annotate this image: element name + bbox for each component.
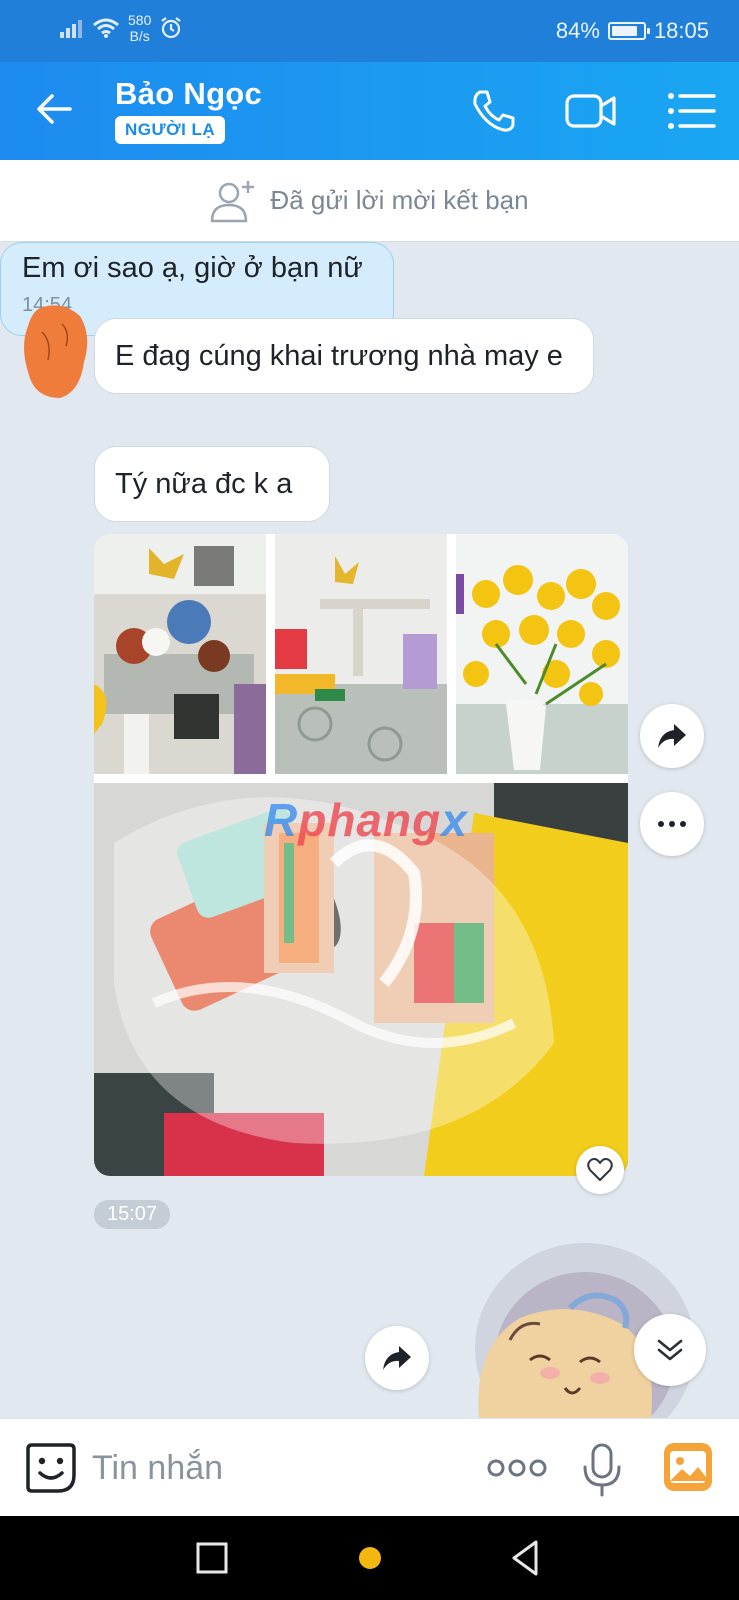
react-button[interactable]	[576, 1146, 624, 1194]
message-input-bar	[0, 1418, 739, 1516]
incoming-message[interactable]: Tý nữa đc k a	[94, 446, 330, 522]
status-bar: 580 B/s 84% 18:05	[0, 0, 739, 62]
watermark: Rphangx	[264, 793, 468, 847]
chat-area[interactable]: Em ơi sao ạ, giờ ở bạn nữ 14:54 E đag cú…	[0, 242, 739, 1418]
system-nav-bar	[0, 1516, 739, 1600]
triangle-back-icon	[512, 1540, 538, 1576]
more-dots-icon	[658, 821, 686, 827]
more-actions-button[interactable]	[486, 1451, 548, 1485]
share-button[interactable]	[640, 704, 704, 768]
more-dots-icon	[487, 1459, 547, 1477]
message-input[interactable]	[92, 1445, 452, 1491]
network-speed-unit: B/s	[129, 28, 150, 44]
arrow-left-icon	[37, 94, 72, 124]
add-friend-icon	[211, 180, 255, 222]
incoming-message-text: E đag cúng khai trương nhà may e	[115, 340, 563, 372]
gallery-button[interactable]	[662, 1441, 714, 1493]
photo-group: Rphangx	[94, 534, 628, 1176]
watermark-part1: R	[264, 794, 299, 846]
photo-sewing-machine[interactable]	[275, 534, 447, 774]
incoming-message-text: Tý nữa đc k a	[115, 468, 293, 500]
recent-apps-button[interactable]	[192, 1538, 232, 1578]
friend-request-status: Đã gửi lời mời kết bạn	[270, 185, 529, 215]
photo-altar[interactable]	[94, 534, 266, 774]
battery-level	[611, 26, 638, 36]
video-camera-icon	[565, 94, 616, 128]
heart-icon	[587, 1158, 613, 1181]
share-arrow-icon	[383, 1346, 411, 1370]
square-icon	[196, 1542, 228, 1574]
double-chevron-down-icon	[657, 1339, 683, 1361]
voice-message-button[interactable]	[580, 1441, 624, 1497]
share-button[interactable]	[365, 1326, 429, 1390]
microphone-icon	[583, 1443, 621, 1497]
image-gallery-icon	[664, 1443, 712, 1491]
network-speed: 580 B/s	[128, 12, 151, 44]
video-call-button[interactable]	[564, 84, 618, 138]
wifi-icon	[93, 18, 119, 38]
outgoing-message-text: Em ơi sao ạ, giờ ở bạn nữ	[22, 252, 363, 284]
stranger-badge: NGƯỜI LẠ	[115, 116, 226, 144]
home-dot-icon	[359, 1547, 381, 1569]
contact-name[interactable]: Bảo Ngọc	[115, 76, 262, 112]
system-back-button[interactable]	[506, 1538, 546, 1578]
message-time: 15:07	[94, 1200, 171, 1229]
watermark-part3: x	[441, 794, 468, 846]
photo-thread-bag[interactable]: Rphangx	[94, 783, 628, 1176]
home-button[interactable]	[350, 1538, 390, 1578]
chat-header: Bảo Ngọc NGƯỜI LẠ	[0, 62, 739, 160]
battery-icon	[607, 22, 650, 40]
emoji-button[interactable]	[24, 1441, 78, 1495]
photo-flower-vase[interactable]	[456, 534, 628, 774]
friend-request-bar: Đã gửi lời mời kết bạn	[0, 160, 739, 242]
battery-percent: 84%	[555, 18, 600, 43]
menu-button[interactable]	[664, 84, 718, 138]
network-speed-value: 580	[128, 12, 152, 28]
avatar[interactable]	[22, 302, 92, 402]
share-arrow-icon	[658, 724, 686, 748]
clock: 18:05	[653, 18, 709, 43]
phone-icon	[473, 90, 515, 132]
sticker-smile-icon	[26, 1443, 76, 1493]
signal-icon	[60, 20, 82, 38]
call-button[interactable]	[466, 84, 520, 138]
watermark-part2: phang	[298, 794, 442, 846]
back-button[interactable]	[30, 84, 80, 134]
incoming-message[interactable]: E đag cúng khai trương nhà may e	[94, 318, 594, 394]
list-menu-icon	[668, 93, 716, 129]
scroll-to-bottom-button[interactable]	[634, 1314, 706, 1386]
alarm-icon	[161, 17, 182, 39]
more-options-button[interactable]	[640, 792, 704, 856]
